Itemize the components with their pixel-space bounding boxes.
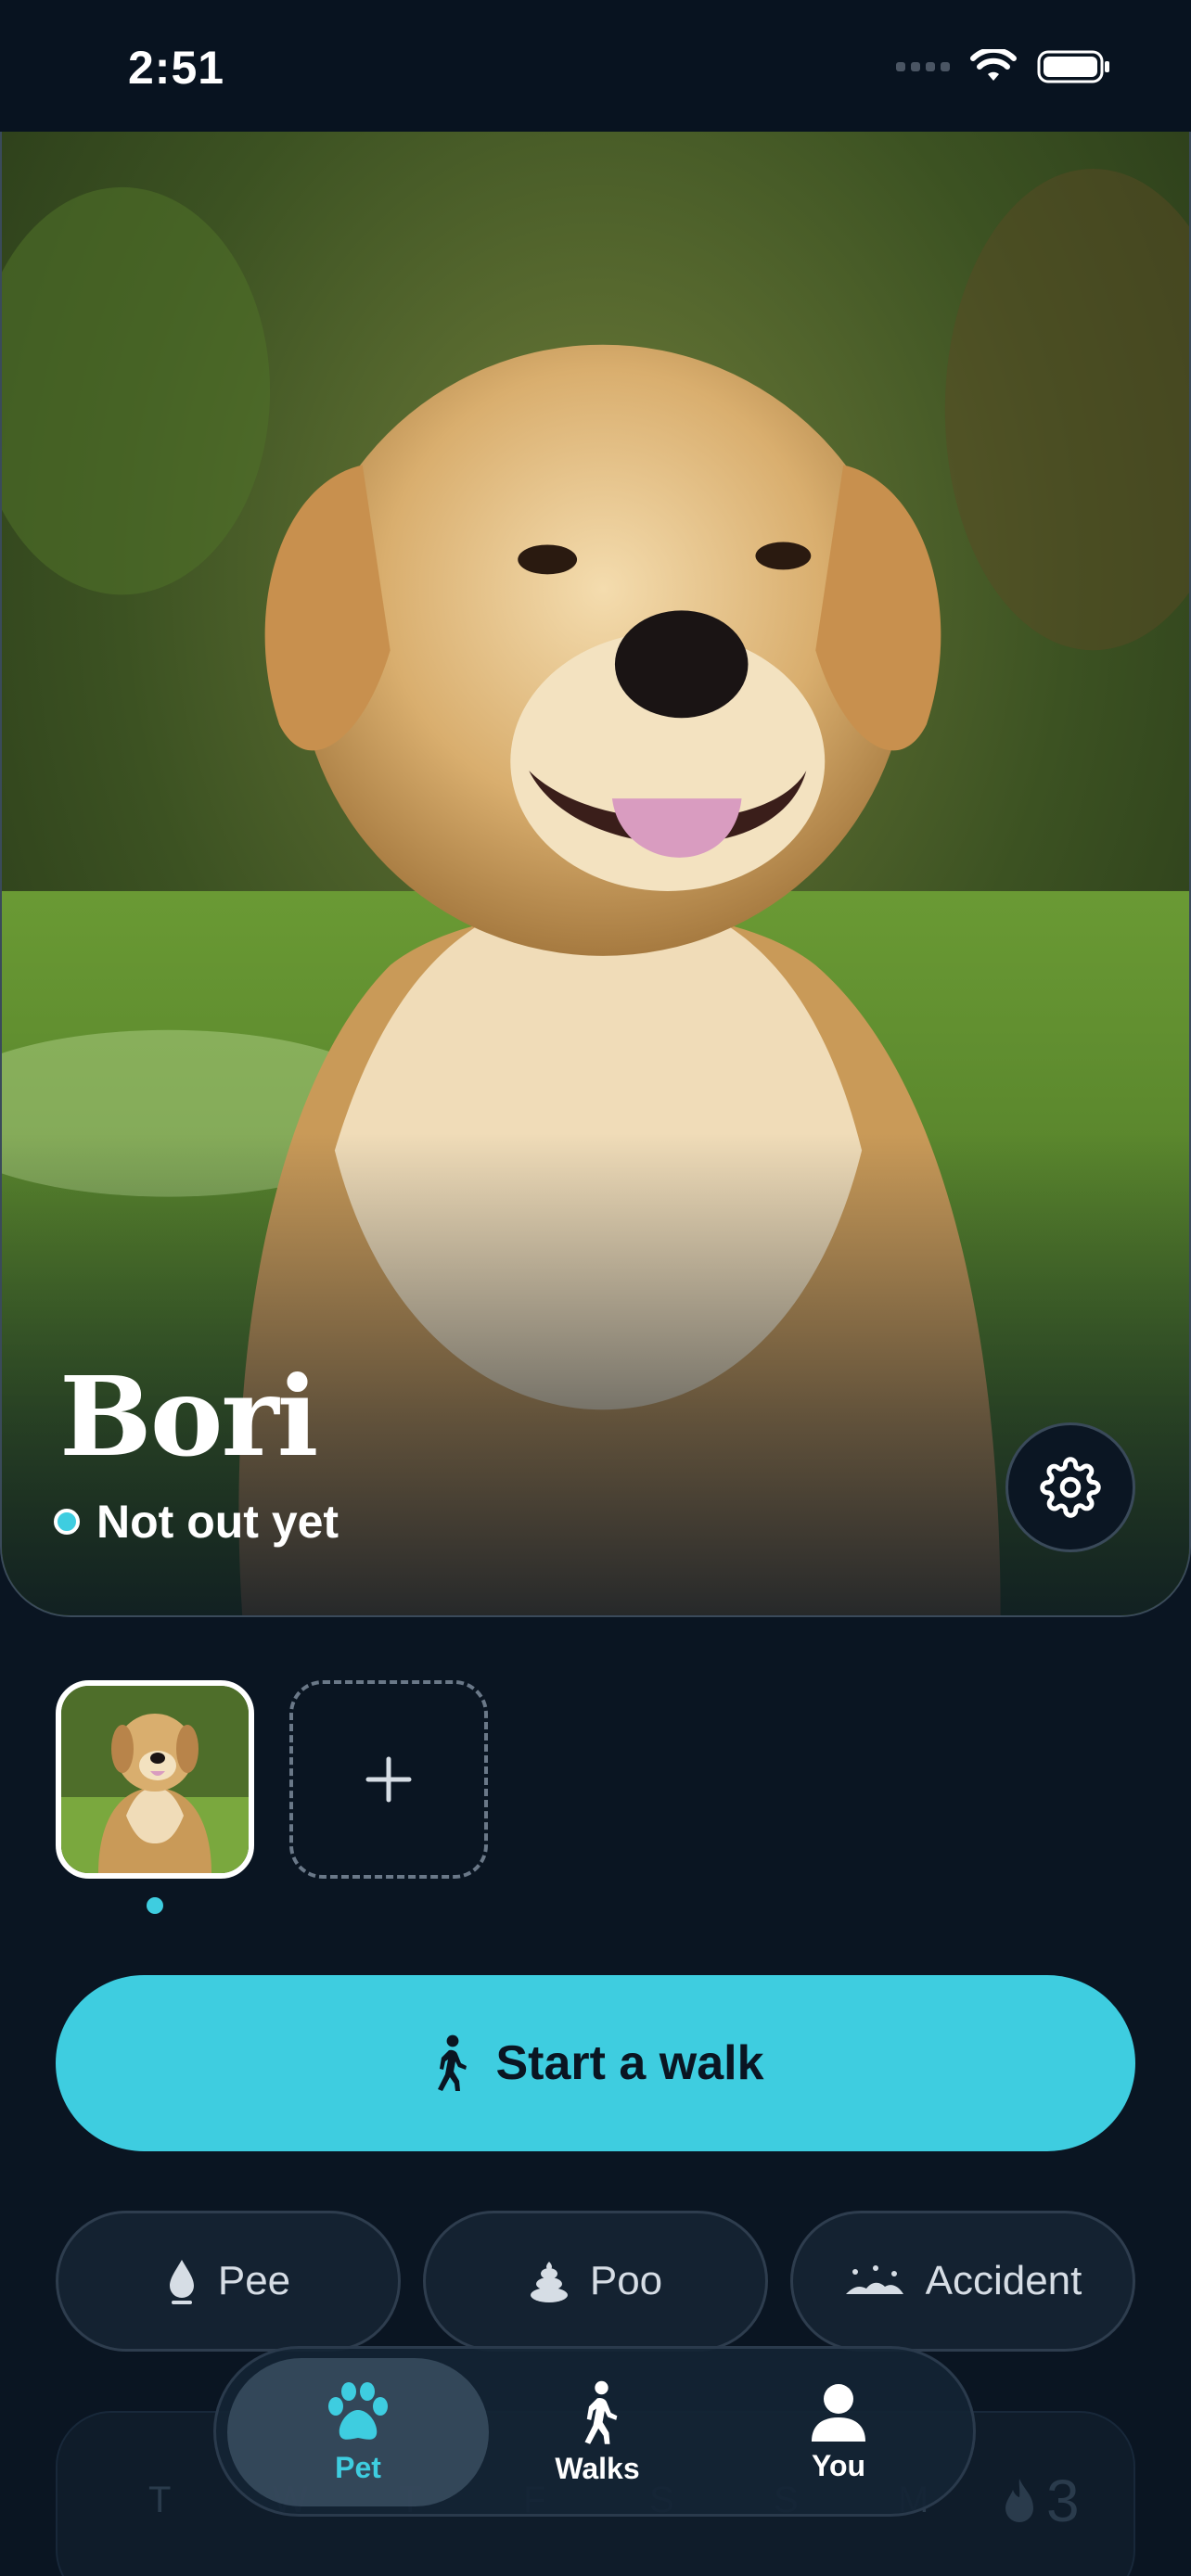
- pet-status-text: Not out yet: [96, 1496, 339, 1548]
- plus-icon: [365, 1756, 412, 1803]
- status-time: 2:51: [128, 42, 225, 94]
- paw-icon: [328, 2381, 388, 2440]
- wifi-icon: [970, 49, 1017, 81]
- tab-you[interactable]: You: [708, 2358, 969, 2506]
- battery-icon: [1037, 50, 1109, 83]
- walker-icon: [584, 2380, 618, 2444]
- walker-icon: [438, 2034, 467, 2091]
- accident-label: Accident: [925, 2258, 1082, 2303]
- add-pet-button[interactable]: [289, 1680, 488, 1879]
- gear-icon: [1040, 1457, 1101, 1518]
- tab-pet-label: Pet: [335, 2450, 381, 2484]
- tab-walks-label: Walks: [555, 2451, 640, 2485]
- puddle-icon: [845, 2265, 903, 2294]
- status-icons: [896, 48, 1111, 85]
- pet-thumbnail-photo: [61, 1686, 249, 1873]
- streak-count: 3: [1046, 2468, 1080, 2534]
- log-pee-button[interactable]: Pee: [56, 2211, 401, 2352]
- start-walk-button[interactable]: Start a walk: [56, 1975, 1135, 2151]
- selected-pet-indicator: [147, 1897, 163, 1914]
- day-label: T: [148, 2480, 172, 2520]
- flame-icon: [1005, 2479, 1033, 2522]
- poo-label: Poo: [589, 2258, 663, 2303]
- log-accident-button[interactable]: Accident: [790, 2211, 1135, 2352]
- pet-thumbnail-bori[interactable]: [56, 1680, 254, 1879]
- tab-you-label: You: [811, 2448, 866, 2482]
- streak-counter: 3: [1002, 2467, 1080, 2535]
- droplet-icon: [169, 2260, 194, 2304]
- tab-walks[interactable]: Walks: [467, 2358, 728, 2506]
- pet-hero-card: Bori Not out yet: [0, 132, 1191, 1617]
- pet-status: Not out yet: [54, 1495, 339, 1549]
- cellular-signal-icon: [896, 62, 950, 71]
- tab-bar: Pet Walks You: [213, 2346, 976, 2517]
- pee-label: Pee: [217, 2258, 291, 2303]
- status-bar: 2:51: [0, 0, 1191, 132]
- pet-name: Bori: [59, 1352, 318, 1481]
- log-poo-button[interactable]: Poo: [423, 2211, 768, 2352]
- person-icon: [812, 2383, 865, 2442]
- poop-icon: [530, 2262, 568, 2302]
- start-walk-label: Start a walk: [495, 2036, 764, 2090]
- tab-pet[interactable]: Pet: [227, 2358, 489, 2506]
- status-dot-icon: [54, 1509, 80, 1535]
- settings-button[interactable]: [1005, 1422, 1135, 1552]
